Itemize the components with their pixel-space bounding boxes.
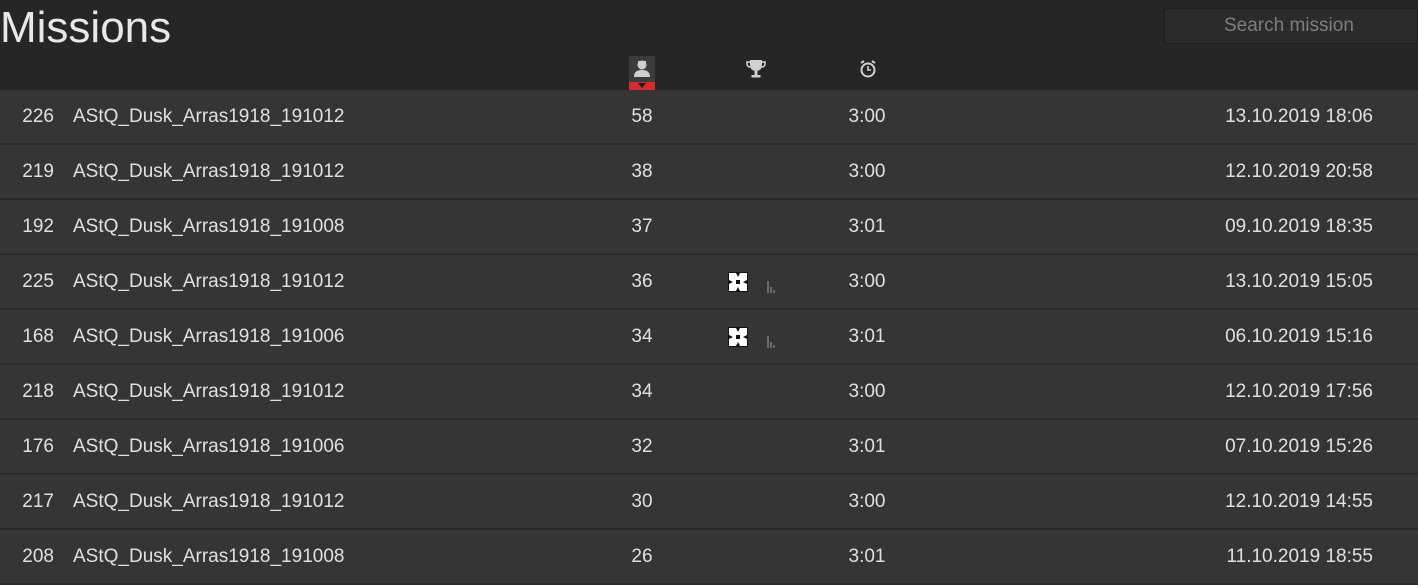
mission-players: 34 bbox=[631, 326, 653, 347]
mission-name: AStQ_Dusk_Arras1918_191006 bbox=[73, 436, 345, 457]
mission-row[interactable]: 168 AStQ_Dusk_Arras1918_191006 34 3:01 0… bbox=[0, 310, 1418, 365]
mission-date: 12.10.2019 20:58 bbox=[1225, 161, 1373, 182]
duration-column-header[interactable] bbox=[855, 56, 881, 90]
mission-players: 34 bbox=[631, 381, 653, 402]
mission-name: AStQ_Dusk_Arras1918_191012 bbox=[73, 381, 345, 402]
mission-row[interactable]: 225 AStQ_Dusk_Arras1918_191012 36 3:00 1… bbox=[0, 255, 1418, 310]
mission-date: 12.10.2019 17:56 bbox=[1225, 381, 1373, 402]
mission-id: 225 bbox=[22, 271, 54, 292]
mission-players: 30 bbox=[631, 491, 653, 512]
mission-duration: 3:01 bbox=[848, 436, 886, 457]
mission-id: 168 bbox=[22, 326, 54, 347]
mission-name: AStQ_Dusk_Arras1918_191008 bbox=[73, 546, 345, 567]
mission-row[interactable]: 192 AStQ_Dusk_Arras1918_191008 37 3:01 0… bbox=[0, 200, 1418, 255]
mission-duration: 3:00 bbox=[848, 271, 886, 292]
mission-id: 218 bbox=[22, 381, 54, 402]
rank-bars-icon bbox=[767, 332, 775, 348]
mission-players: 37 bbox=[631, 216, 653, 237]
mission-row[interactable]: 176 AStQ_Dusk_Arras1918_191006 32 3:01 0… bbox=[0, 420, 1418, 475]
mission-id: 226 bbox=[22, 106, 54, 127]
mission-id: 217 bbox=[22, 491, 54, 512]
mission-row[interactable]: 217 AStQ_Dusk_Arras1918_191012 30 3:00 1… bbox=[0, 475, 1418, 530]
iron-cross-icon bbox=[728, 272, 748, 292]
mission-date: 13.10.2019 18:06 bbox=[1225, 106, 1373, 127]
mission-duration: 3:01 bbox=[848, 216, 886, 237]
mission-date: 12.10.2019 14:55 bbox=[1225, 491, 1373, 512]
trophy-column-header[interactable] bbox=[743, 56, 769, 90]
mission-row[interactable]: 208 AStQ_Dusk_Arras1918_191008 26 3:01 1… bbox=[0, 530, 1418, 585]
mission-date: 13.10.2019 15:05 bbox=[1225, 271, 1373, 292]
rank-bars-icon bbox=[767, 277, 775, 293]
mission-date: 11.10.2019 18:55 bbox=[1226, 546, 1373, 567]
mission-name: AStQ_Dusk_Arras1918_191012 bbox=[73, 491, 345, 512]
trophy-icon bbox=[746, 60, 766, 78]
mission-id: 219 bbox=[22, 161, 54, 182]
mission-date: 09.10.2019 18:35 bbox=[1225, 216, 1373, 237]
mission-players: 32 bbox=[631, 436, 653, 457]
alarm-clock-icon bbox=[860, 60, 876, 78]
page-title: Missions bbox=[0, 3, 172, 52]
mission-players: 36 bbox=[631, 271, 653, 292]
mission-duration: 3:00 bbox=[848, 161, 886, 182]
sort-descending-indicator bbox=[629, 82, 655, 90]
mission-row[interactable]: 218 AStQ_Dusk_Arras1918_191012 34 3:00 1… bbox=[0, 365, 1418, 420]
mission-row[interactable]: 219 AStQ_Dusk_Arras1918_191012 38 3:00 1… bbox=[0, 145, 1418, 200]
mission-duration: 3:00 bbox=[848, 491, 886, 512]
mission-duration: 3:00 bbox=[848, 106, 886, 127]
mission-date: 07.10.2019 15:26 bbox=[1225, 436, 1373, 457]
mission-id: 176 bbox=[22, 436, 54, 457]
player-icon bbox=[634, 60, 650, 77]
mission-name: AStQ_Dusk_Arras1918_191012 bbox=[73, 271, 345, 292]
mission-players: 58 bbox=[631, 106, 653, 127]
iron-cross-icon bbox=[728, 327, 748, 347]
mission-name: AStQ_Dusk_Arras1918_191012 bbox=[73, 161, 345, 182]
mission-date: 06.10.2019 15:16 bbox=[1225, 326, 1373, 347]
mission-duration: 3:01 bbox=[848, 326, 886, 347]
mission-row[interactable]: 226 AStQ_Dusk_Arras1918_191012 58 3:00 1… bbox=[0, 90, 1418, 145]
mission-name: AStQ_Dusk_Arras1918_191006 bbox=[73, 326, 345, 347]
mission-duration: 3:00 bbox=[848, 381, 886, 402]
mission-id: 192 bbox=[22, 216, 54, 237]
mission-players: 38 bbox=[631, 161, 653, 182]
search-input[interactable] bbox=[1164, 8, 1418, 44]
mission-players: 26 bbox=[631, 546, 653, 567]
mission-name: AStQ_Dusk_Arras1918_191008 bbox=[73, 216, 345, 237]
mission-id: 208 bbox=[22, 546, 54, 567]
players-column-header[interactable] bbox=[629, 56, 655, 90]
mission-duration: 3:01 bbox=[848, 546, 886, 567]
mission-name: AStQ_Dusk_Arras1918_191012 bbox=[73, 106, 345, 127]
